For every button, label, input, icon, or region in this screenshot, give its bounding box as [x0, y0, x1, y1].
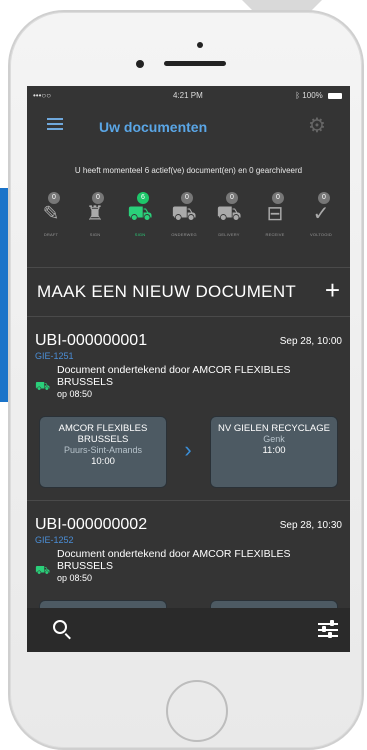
app-header: Uw documenten ⚙	[27, 106, 350, 146]
origin-name: AMCOR FLEXIBLES BRUSSELS	[58, 423, 148, 445]
filter-voltooid[interactable]: 0 ✓ VOLTOOID	[301, 192, 341, 242]
filter-onderweg[interactable]: 0 ⛟ ONDERWEG	[164, 192, 204, 242]
filter-delivery[interactable]: 0 ⛟ DELIVERY	[209, 192, 249, 242]
document-status-message: Document ondertekend door AMCOR FLEXIBLE…	[57, 548, 291, 572]
divider	[27, 500, 350, 501]
status-time: 4:21 PM	[173, 91, 203, 100]
new-document-label: MAAK EEN NIEUW DOCUMENT	[37, 282, 297, 301]
new-document-button[interactable]: MAAK EEN NIEUW DOCUMENT +	[27, 267, 350, 315]
signed-truck-icon: ⛟	[35, 563, 51, 577]
status-bar: •••○○ 4:21 PM ᛒ 100%	[27, 86, 350, 106]
origin-city: Puurs-Sint-Amands	[63, 445, 143, 455]
front-camera	[136, 60, 144, 68]
filter-label: VOLTOOID	[310, 232, 332, 237]
filter-signed[interactable]: 6 ⛟ SIGN	[120, 192, 160, 242]
origin-location-card[interactable]: AMCOR FLEXIBLES BRUSSELS Puurs-Sint-Aman…	[39, 416, 167, 488]
gear-icon[interactable]: ⚙	[308, 116, 328, 136]
filter-label: RECEIVE	[265, 232, 285, 237]
document-card[interactable]: UBI-000000001 Sep 28, 10:00 GIE-1251 ⛟ D…	[27, 332, 350, 500]
filter-label: SIGN	[89, 232, 101, 237]
pencil-icon: ✎	[42, 203, 60, 225]
destination-time: 11:00	[262, 445, 286, 456]
stamp-icon: ♜	[86, 203, 104, 225]
filter-receive[interactable]: 0 ⊟ RECEIVE	[255, 192, 295, 242]
document-id: UBI-000000001	[35, 332, 148, 349]
document-card[interactable]: UBI-000000002 Sep 28, 10:30 GIE-1252 ⛟ D…	[27, 516, 350, 620]
app-screen: •••○○ 4:21 PM ᛒ 100% Uw documenten ⚙ U h…	[27, 86, 350, 652]
document-status-message: Document ondertekend door AMCOR FLEXIBLE…	[57, 364, 291, 388]
delivery-truck-icon: ⛟	[216, 203, 242, 225]
front-sensor	[197, 42, 203, 48]
signed-truck-icon: ⛟	[127, 203, 153, 225]
status-filter-bar: 0 ✎ DRAFT 0 ♜ SIGN 6 ⛟ SIGN 0 ⛟ ONDERWEG…	[27, 192, 350, 242]
hamburger-icon[interactable]	[47, 118, 63, 130]
battery-icon	[328, 92, 342, 99]
box-icon: ⊟	[266, 203, 284, 225]
document-status-time: op 08:50	[57, 389, 93, 399]
filter-sign[interactable]: 0 ♜ SIGN	[75, 192, 115, 242]
document-date: Sep 28, 10:30	[279, 520, 342, 531]
home-button[interactable]	[166, 680, 228, 742]
search-icon[interactable]	[53, 620, 67, 634]
document-date: Sep 28, 10:00	[279, 336, 342, 347]
filter-draft[interactable]: 0 ✎ DRAFT	[31, 192, 71, 242]
check-icon: ✓	[312, 203, 330, 225]
page-title: Uw documenten	[99, 119, 208, 135]
documents-summary: U heeft momenteel 6 actief(ve) document(…	[74, 166, 303, 175]
truck-icon: ⛟	[171, 203, 197, 225]
destination-name: NV GIELEN RECYCLAGE	[218, 423, 330, 434]
carrier-signal: •••○○	[33, 91, 52, 100]
plus-icon: +	[324, 275, 340, 305]
filter-label: ONDERWEG	[171, 232, 197, 237]
filter-label: DELIVERY	[218, 232, 240, 237]
document-id: UBI-000000002	[35, 516, 148, 533]
destination-city: Genk	[263, 434, 285, 444]
battery-level: 100%	[302, 91, 323, 100]
document-status-time: op 08:50	[57, 573, 93, 583]
chevron-right-icon: ›	[184, 437, 192, 462]
sliders-icon[interactable]	[318, 620, 338, 638]
origin-time: 10:00	[91, 456, 115, 467]
battery-indicator: ᛒ 100%	[295, 91, 342, 100]
filter-label: DRAFT	[43, 232, 59, 237]
filter-label: SIGN	[134, 232, 146, 237]
destination-location-card[interactable]: NV GIELEN RECYCLAGE Genk 11:00	[210, 416, 338, 488]
divider	[27, 316, 350, 317]
document-reference: GIE-1251	[35, 351, 74, 361]
bottom-toolbar	[27, 608, 350, 652]
document-reference: GIE-1252	[35, 535, 74, 545]
signed-truck-icon: ⛟	[35, 379, 51, 393]
earpiece-speaker	[164, 61, 226, 66]
